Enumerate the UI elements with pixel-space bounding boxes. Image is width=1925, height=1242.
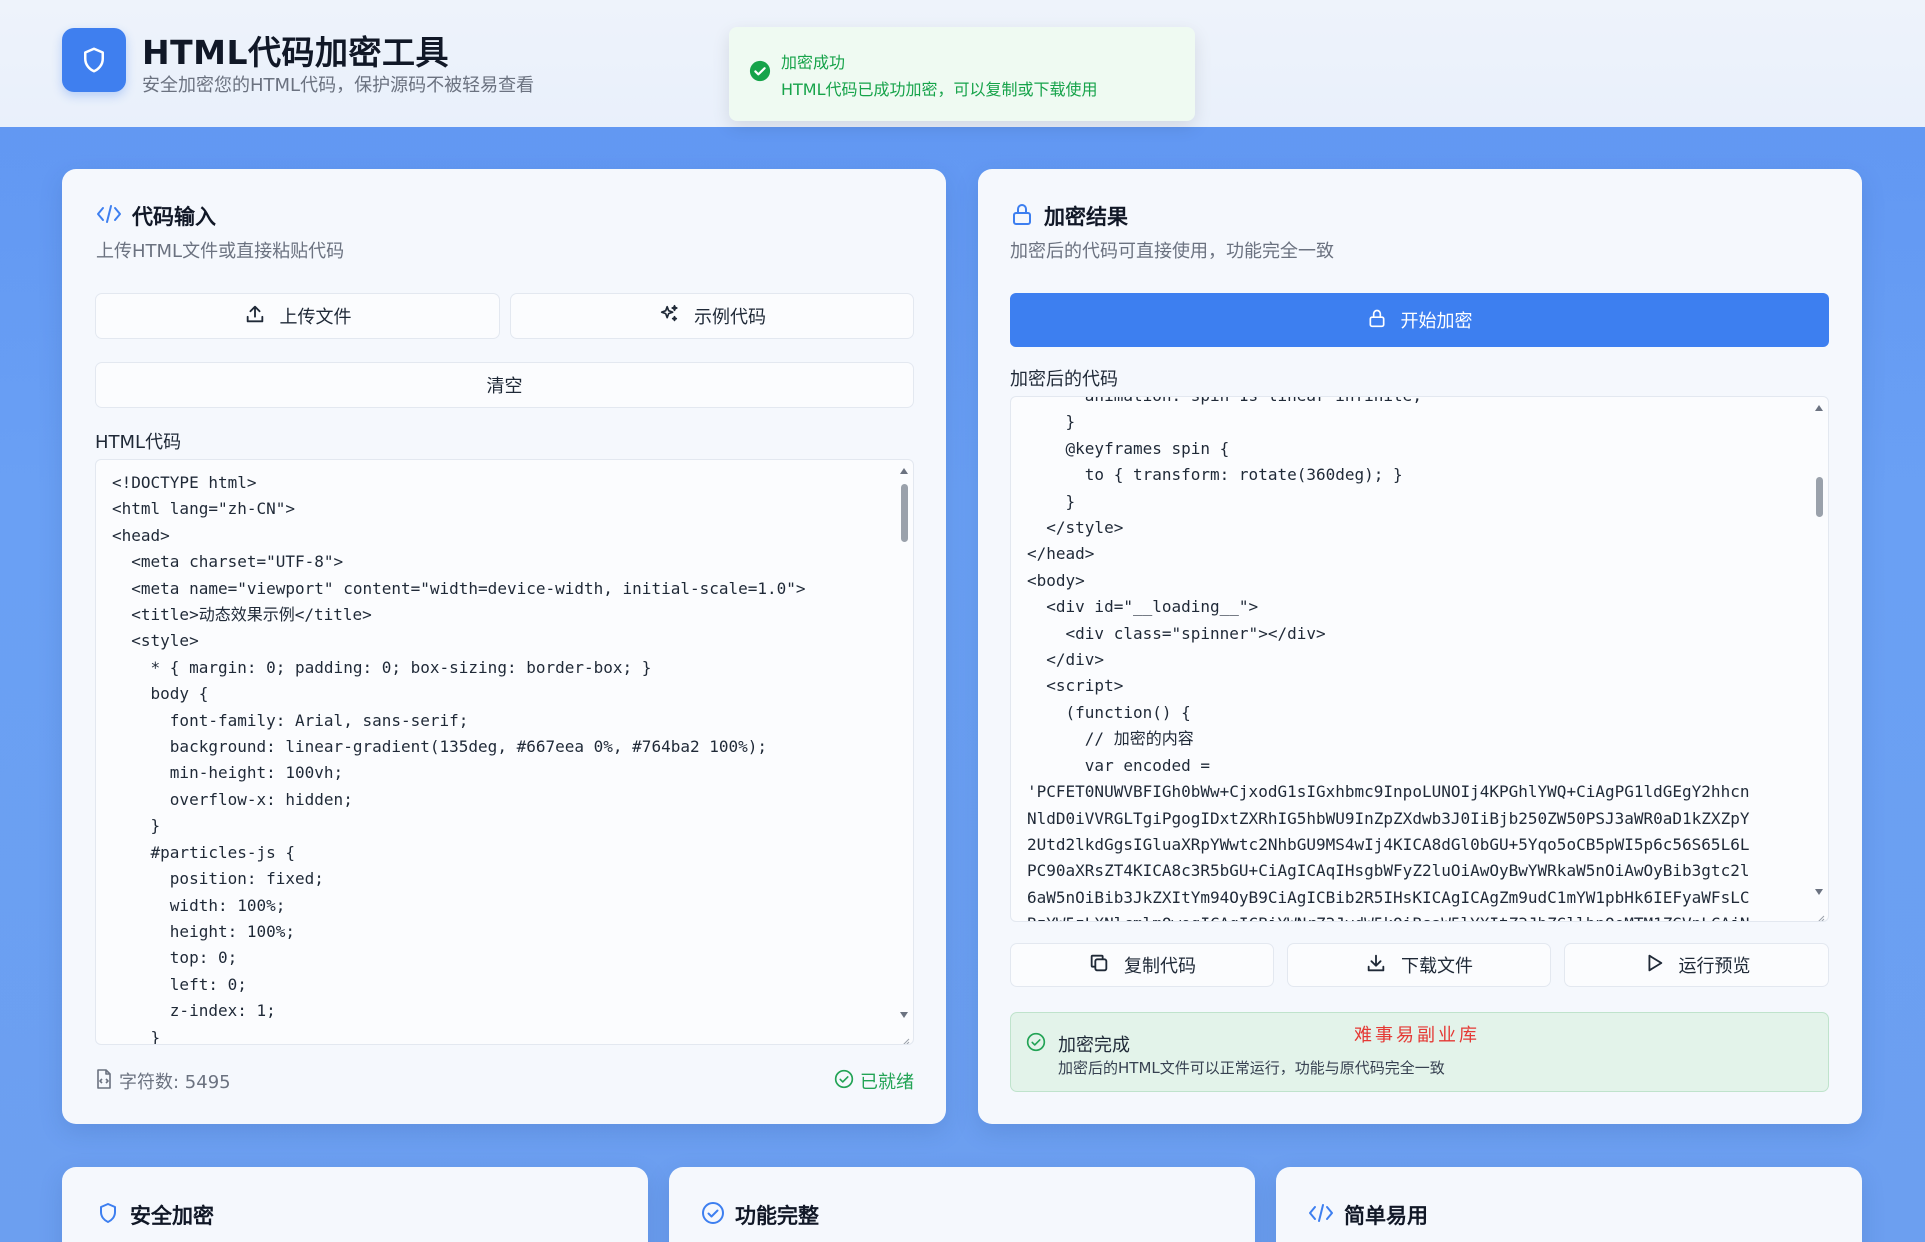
code-input-card: 代码输入 上传HTML文件或直接粘贴代码 上传文件 示例代码 清空 HTML代码…	[62, 169, 946, 1124]
code-brackets-icon	[96, 203, 122, 230]
app-subtitle: 安全加密您的HTML代码，保护源码不被轻易查看	[142, 75, 535, 96]
sparkles-icon	[658, 303, 680, 330]
feature-card-easy: 简单易用	[1276, 1167, 1862, 1242]
download-file-label: 下载文件	[1401, 956, 1473, 977]
copy-code-label: 复制代码	[1124, 956, 1196, 977]
clear-label: 清空	[486, 376, 523, 397]
toast-message: HTML代码已成功加密，可以复制或下载使用	[781, 80, 1098, 99]
result-panel-subtitle: 加密后的代码可直接使用，功能完全一致	[1010, 241, 1334, 262]
upload-file-button[interactable]: 上传文件	[95, 293, 500, 339]
scroll-down-arrow-icon[interactable]	[900, 1012, 908, 1018]
done-check-icon	[1026, 1032, 1046, 1056]
shield-icon	[96, 1201, 120, 1230]
run-preview-label: 运行预览	[1678, 956, 1751, 977]
char-count-text: 字符数: 5495	[119, 1072, 231, 1093]
feature-card-complete: 功能完整	[669, 1167, 1255, 1242]
clear-button[interactable]: 清空	[95, 362, 914, 408]
input-panel-title-text: 代码输入	[132, 205, 216, 229]
input-scrollbar[interactable]	[897, 460, 913, 1044]
feature-title-complete: 功能完整	[701, 1200, 819, 1230]
done-message: 加密后的HTML文件可以正常运行，功能与原代码完全一致	[1058, 1059, 1445, 1077]
char-count: 字符数: 5495	[95, 1068, 231, 1094]
ready-status: 已就绪	[834, 1068, 914, 1094]
code-brackets-blue-icon	[1308, 1202, 1334, 1229]
feature-title-secure: 安全加密	[96, 1200, 214, 1230]
done-title: 加密完成	[1058, 1035, 1130, 1056]
download-file-button[interactable]: 下载文件	[1287, 943, 1551, 987]
feature-card-secure: 安全加密	[62, 1167, 648, 1242]
lock-icon	[1010, 202, 1034, 231]
result-scrollbar[interactable]	[1812, 397, 1828, 921]
watermark-text: 难事易副业库	[1354, 1025, 1480, 1046]
run-preview-button[interactable]: 运行预览	[1564, 943, 1829, 987]
file-code-icon	[95, 1068, 113, 1094]
resize-grip-icon[interactable]	[900, 1031, 910, 1044]
html-code-label: HTML代码	[95, 432, 182, 453]
check-circle-blue-icon	[701, 1201, 725, 1230]
download-icon	[1365, 952, 1387, 979]
lock-white-icon	[1367, 308, 1387, 333]
success-toast: 加密成功 HTML代码已成功加密，可以复制或下载使用	[729, 27, 1195, 121]
check-circle-outline-icon	[834, 1069, 854, 1094]
encrypted-code-content: animation: spin 1s linear infinite; } @k…	[1027, 397, 1750, 921]
copy-code-button[interactable]: 复制代码	[1010, 943, 1274, 987]
start-encrypt-label: 开始加密	[1400, 311, 1473, 332]
upload-icon	[244, 303, 266, 330]
shield-logo-icon	[62, 28, 126, 92]
feature-title-complete-text: 功能完整	[735, 1204, 819, 1228]
encrypt-result-card: 加密结果 加密后的代码可直接使用，功能完全一致 开始加密 加密后的代码 anim…	[978, 169, 1862, 1124]
upload-file-label: 上传文件	[279, 307, 352, 328]
scroll-up-arrow-icon[interactable]	[900, 468, 908, 474]
encrypt-done-alert: 加密完成 加密后的HTML文件可以正常运行，功能与原代码完全一致 难事易副业库	[1010, 1012, 1829, 1092]
toast-title: 加密成功	[781, 53, 846, 72]
result-panel-title-text: 加密结果	[1044, 205, 1128, 229]
example-code-label: 示例代码	[694, 307, 766, 328]
input-panel-title: 代码输入	[96, 201, 216, 231]
check-circle-icon	[749, 60, 771, 86]
start-encrypt-button[interactable]: 开始加密	[1010, 293, 1829, 347]
example-code-button[interactable]: 示例代码	[510, 293, 914, 339]
ready-status-text: 已就绪	[860, 1072, 914, 1093]
html-code-textarea[interactable]: <!DOCTYPE html> <html lang="zh-CN"> <hea…	[95, 459, 914, 1045]
result-resize-grip-icon[interactable]	[1815, 908, 1825, 921]
copy-icon	[1088, 952, 1110, 979]
app-title: HTML代码加密工具	[142, 33, 449, 72]
result-scroll-down-arrow-icon[interactable]	[1815, 889, 1823, 895]
feature-title-easy-text: 简单易用	[1344, 1204, 1428, 1228]
encrypted-code-textarea[interactable]: animation: spin 1s linear infinite; } @k…	[1010, 396, 1829, 922]
play-icon	[1643, 952, 1665, 979]
input-scroll-thumb[interactable]	[901, 484, 908, 542]
feature-title-secure-text: 安全加密	[130, 1204, 214, 1228]
feature-title-easy: 简单易用	[1308, 1200, 1428, 1230]
result-scroll-up-arrow-icon[interactable]	[1815, 405, 1823, 411]
encrypted-code-label: 加密后的代码	[1010, 369, 1118, 390]
result-scroll-thumb[interactable]	[1816, 477, 1823, 517]
input-panel-subtitle: 上传HTML文件或直接粘贴代码	[96, 241, 345, 262]
html-code-content: <!DOCTYPE html> <html lang="zh-CN"> <hea…	[112, 473, 806, 1045]
result-panel-title: 加密结果	[1010, 201, 1128, 231]
